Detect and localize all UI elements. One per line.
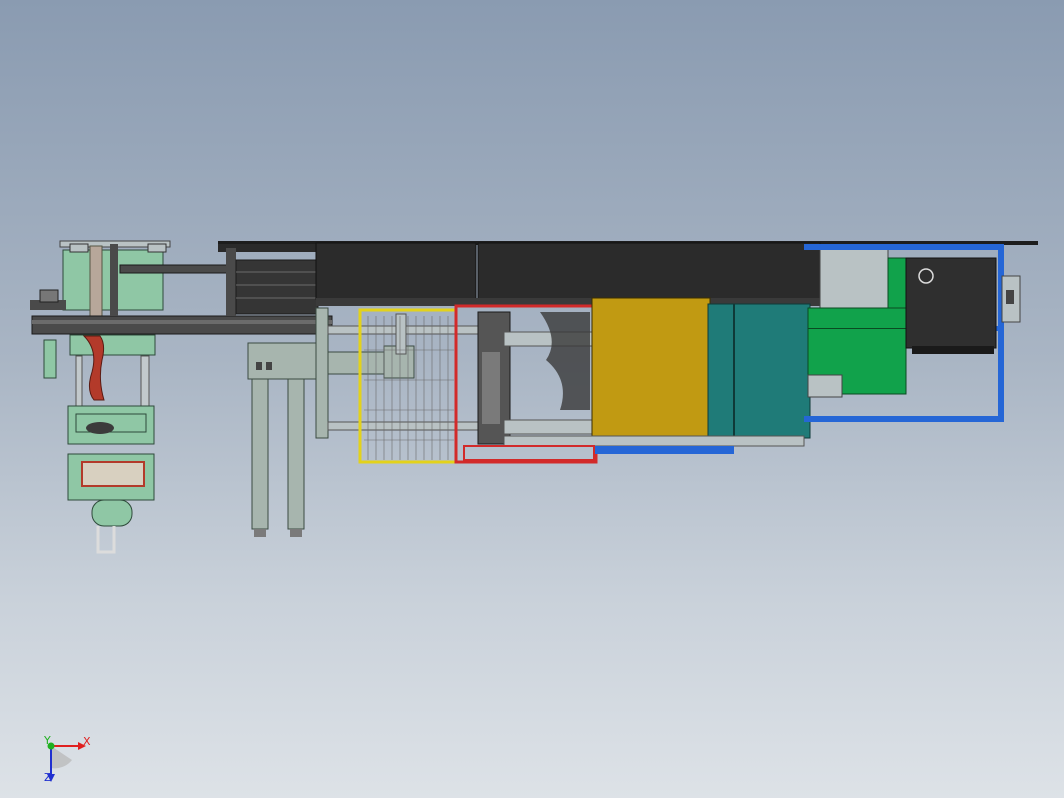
casting-machine-left xyxy=(30,243,167,554)
vertical-cylinders xyxy=(247,342,319,537)
top-black-panels xyxy=(315,242,821,306)
coordinate-triad: X Y Z xyxy=(43,734,91,784)
x-axis-label: X xyxy=(83,735,91,748)
right-cabinet xyxy=(807,245,909,398)
z-axis-label: Z xyxy=(44,771,52,784)
y-axis-label: Y xyxy=(43,734,51,747)
cad-viewport[interactable]: X Y Z xyxy=(0,0,1064,798)
die-casting-unit xyxy=(315,297,811,464)
